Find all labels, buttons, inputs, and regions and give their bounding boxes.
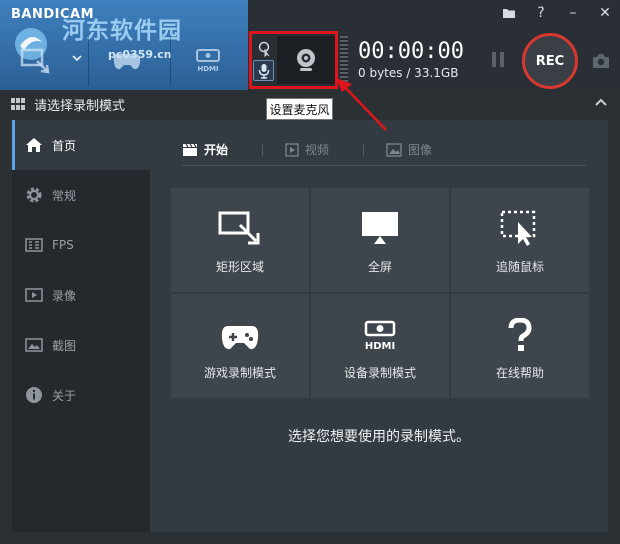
rectangle-icon	[218, 211, 260, 244]
home-icon	[24, 135, 44, 155]
follow-mouse-tile[interactable]: 追随鼠标	[451, 188, 589, 292]
section-title: 请选择录制模式	[34, 98, 126, 114]
tab-divider	[262, 143, 264, 156]
clapperboard-icon	[183, 143, 197, 156]
tab-label: 开始	[204, 143, 229, 157]
image-icon	[24, 335, 44, 355]
gamepad-icon	[221, 325, 259, 349]
sidebar-item-about[interactable]: 关于	[12, 370, 150, 420]
mode-tiles: 矩形区域 全屏 追随鼠标 游戏录制模式 HDMI 设备录制模式 在线帮助	[171, 188, 589, 398]
sidebar-item-label: 关于	[52, 388, 77, 403]
rectangle-area-tile[interactable]: 矩形区域	[171, 188, 309, 292]
game-mode-button[interactable]	[100, 34, 154, 88]
fullscreen-tile[interactable]: 全屏	[311, 188, 449, 292]
device-mode-button[interactable]: HDMI	[182, 34, 234, 88]
tab-divider	[363, 143, 365, 156]
tab-label: 图像	[408, 143, 433, 157]
sidebar-item-home[interactable]: 首页	[12, 120, 150, 170]
pause-button[interactable]	[488, 50, 508, 70]
pause-bar	[492, 52, 496, 67]
window-controls: ? – ✕	[498, 4, 616, 22]
rectangle-mode-button[interactable]	[6, 34, 66, 88]
play-icon	[285, 142, 299, 157]
monitor-icon	[362, 211, 398, 244]
tile-label: 设备录制模式	[343, 365, 416, 380]
mode-divider	[170, 36, 171, 86]
tile-label: 在线帮助	[495, 365, 544, 380]
gear-icon	[24, 185, 44, 205]
sidebar-item-label: FPS	[52, 238, 74, 252]
tab-label: 视频	[305, 143, 330, 157]
sidebar-item-general[interactable]: 常规	[12, 170, 150, 220]
info-icon	[24, 385, 44, 405]
video-icon	[24, 285, 44, 305]
screenshot-button[interactable]	[590, 50, 612, 72]
gamepad-icon	[113, 54, 141, 70]
close-button[interactable]: ✕	[594, 4, 616, 22]
folder-button[interactable]	[498, 4, 520, 22]
fps-icon	[24, 235, 44, 255]
mode-divider	[88, 36, 89, 86]
top-toolbar: BANDICAM 河东软件园 pc0359.cn HDMI 00:00:00 0…	[0, 0, 620, 90]
close-icon: ✕	[599, 5, 611, 21]
sidebar-item-label: 录像	[52, 288, 77, 303]
sidebar-item-fps[interactable]: FPS	[12, 220, 150, 270]
tab-start[interactable]: 开始	[182, 141, 228, 164]
minimize-button[interactable]: –	[562, 4, 584, 22]
sidebar-item-video[interactable]: 录像	[12, 270, 150, 320]
folder-icon	[503, 9, 515, 18]
mode-selector-bar: BANDICAM 河东软件园 pc0359.cn HDMI	[0, 0, 248, 90]
cursor-follow-icon	[500, 210, 536, 246]
tile-label: 游戏录制模式	[203, 365, 276, 380]
mode-hint-text: 选择您想要使用的录制模式。	[288, 429, 470, 445]
question-mark-icon: ?	[537, 5, 545, 21]
annotation-arrow-icon	[336, 78, 387, 131]
rectangle-mode-icon	[20, 48, 50, 74]
svg-text:HDMI: HDMI	[197, 65, 218, 73]
sidebar-item-screenshot[interactable]: 截图	[12, 320, 150, 370]
device-mode-tile[interactable]: HDMI 设备录制模式	[311, 294, 449, 398]
tile-label: 追随鼠标	[495, 259, 544, 274]
hdmi-icon: HDMI	[364, 320, 396, 352]
minimize-icon: –	[569, 5, 577, 21]
hdmi-icon: HDMI	[196, 49, 220, 73]
sidebar: 首页 常规 FPS 录像 截图 关于	[12, 120, 150, 532]
tile-label: 全屏	[367, 259, 392, 274]
tab-bar: 开始 视频 图像	[182, 140, 586, 166]
mode-dropdown-icon[interactable]	[71, 53, 83, 63]
camera-icon	[593, 54, 609, 68]
tile-label: 矩形区域	[215, 259, 264, 274]
game-mode-tile[interactable]: 游戏录制模式	[171, 294, 309, 398]
image-icon	[386, 142, 402, 157]
svg-text:HDMI: HDMI	[365, 341, 395, 352]
sidebar-item-label: 截图	[52, 338, 77, 353]
online-help-tile[interactable]: 在线帮助	[451, 294, 589, 398]
tab-video[interactable]: 视频	[285, 141, 329, 164]
collapse-chevron-icon[interactable]	[594, 97, 608, 107]
sidebar-item-label: 常规	[52, 188, 77, 203]
microphone-tooltip: 设置麦克风	[266, 98, 333, 120]
record-button[interactable]: REC	[522, 33, 578, 89]
main-panel: 开始 视频 图像 矩形区域 全屏 追随鼠标 游戏录制模式 HDMI 设备录制模式…	[150, 120, 608, 532]
grid-icon	[11, 98, 25, 110]
sidebar-item-label: 首页	[52, 138, 77, 153]
tab-image[interactable]: 图像	[386, 141, 432, 164]
pause-bar	[500, 52, 504, 67]
highlight-frame	[249, 31, 338, 89]
help-button[interactable]: ?	[530, 4, 552, 22]
question-icon	[508, 317, 532, 351]
recording-timer: 00:00:00	[358, 39, 464, 64]
